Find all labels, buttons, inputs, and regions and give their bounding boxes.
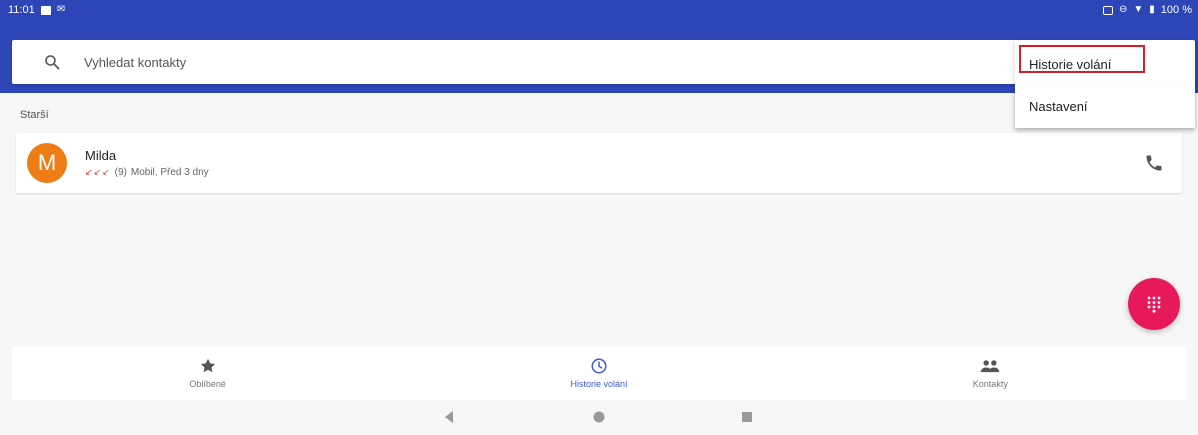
call-details: ↙↙↙ (9) Mobil, Před 3 dny [85,167,209,178]
status-bar: 11:01 ✉ ⊖ ▼ ▮ 100 % [0,0,1198,20]
menu-item-settings[interactable]: Nastavení [1015,84,1195,128]
gmail-icon: ✉ [56,4,66,15]
menu-item-call-history[interactable]: Historie volání [1015,44,1195,84]
tab-contacts[interactable]: Kontakty [795,346,1186,400]
status-time: 11:01 [8,4,35,16]
contact-name: Milda [85,148,117,163]
call-log-item[interactable]: M Milda ↙↙↙ (9) Mobil, Před 3 dny [16,133,1182,193]
section-label: Starší [20,109,49,121]
menu-item-label: Nastavení [1029,98,1088,114]
tab-favorites[interactable]: Oblíbené [12,346,403,400]
system-nav-bar [0,400,1198,435]
status-left: 11:01 ✉ [8,4,65,16]
back-icon[interactable] [442,410,456,424]
battery-level: 100 % [1160,4,1192,16]
sync-icon: ⊖ [1118,4,1128,15]
tab-label: Kontakty [972,379,1008,389]
bottom-nav: Oblíbené Historie volání Kontakty [12,346,1186,400]
call-text: Milda ↙↙↙ (9) Mobil, Před 3 dny [85,148,209,178]
tab-label: Oblíbené [189,379,226,389]
status-right: ⊖ ▼ ▮ 100 % [1102,4,1192,16]
tab-label: Historie volání [570,379,628,389]
menu-item-label: Historie volání [1029,56,1112,72]
call-count: (9) [114,167,127,178]
search-icon[interactable] [42,52,62,72]
search-input[interactable]: Vyhledat kontakty [84,55,186,70]
battery-icon: ▮ [1149,4,1155,15]
clock-icon [591,358,607,374]
star-icon [200,358,215,373]
avatar[interactable]: M [27,143,67,183]
tab-call-history[interactable]: Historie volání [403,346,794,400]
notification-icon [40,5,51,15]
home-icon[interactable] [592,410,606,424]
dialpad-fab[interactable] [1128,278,1180,330]
dialpad-icon [1147,296,1161,313]
wifi-icon: ▼ [1133,4,1144,15]
screenshot-icon [1102,5,1113,15]
call-detail: Mobil, Před 3 dny [130,167,209,178]
recents-icon[interactable] [740,410,754,424]
phone-icon[interactable] [1144,153,1164,173]
missed-call-icon: ↙↙↙ [85,167,111,177]
people-icon [981,360,1000,373]
